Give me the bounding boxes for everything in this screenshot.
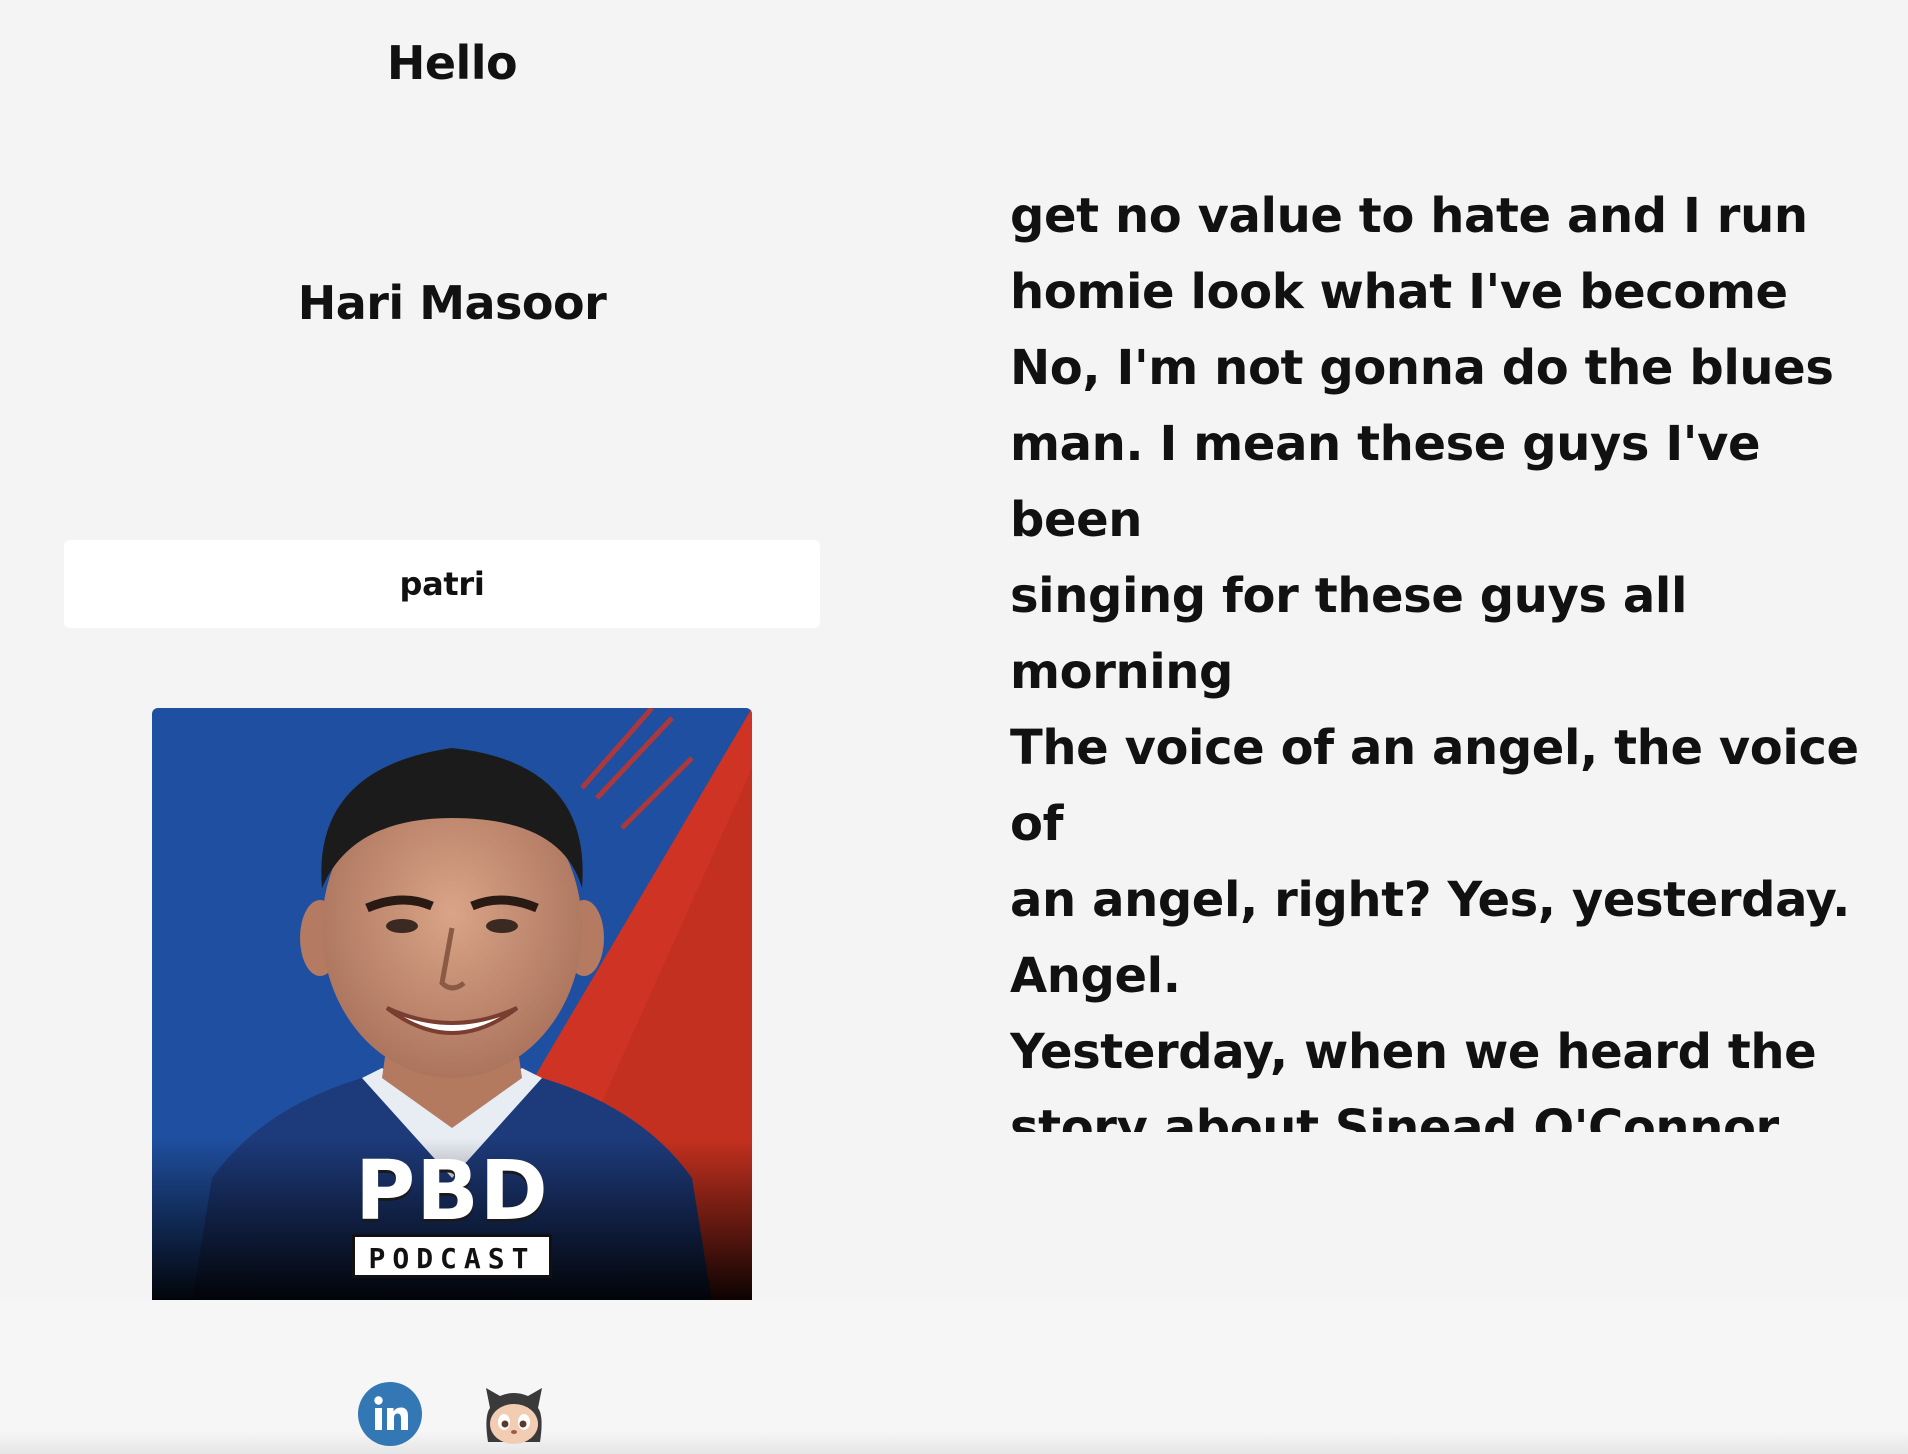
podcast-search-value: patri	[399, 565, 485, 603]
podcast-cover-subtitle: PODCAST	[352, 1234, 552, 1278]
linkedin-icon[interactable]	[356, 1380, 424, 1448]
podcast-cover-title: PBD	[355, 1144, 549, 1239]
transcript-clip-overlay	[1000, 120, 1908, 166]
profile-panel: Hello Hari Masoor patri PBD PODCAST	[0, 0, 900, 1454]
greeting-heading: Hello	[386, 36, 518, 90]
transcript-text: this world of entrepreneurs. We get no v…	[1010, 142, 1864, 1132]
user-name: Hari Masoor	[297, 276, 607, 330]
podcast-cover-image[interactable]: PBD PODCAST	[152, 708, 752, 1302]
podcast-search-input[interactable]: patri	[64, 540, 820, 628]
transcript-panel[interactable]: this world of entrepreneurs. We get no v…	[1010, 142, 1900, 1132]
footer	[0, 1300, 1908, 1454]
github-icon[interactable]	[480, 1380, 548, 1448]
